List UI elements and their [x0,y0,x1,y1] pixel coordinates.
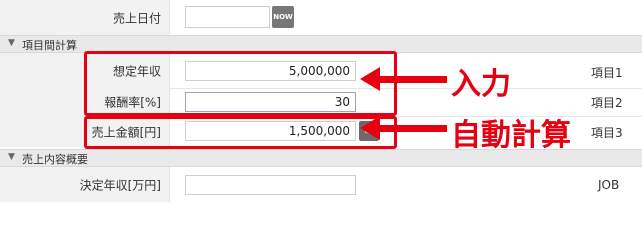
section-calc-title: 項目間計算 [22,39,77,52]
item2-label: 項目2 [591,96,623,110]
now-button[interactable]: NOW [272,6,294,28]
section-overview-title: 売上内容概要 [22,153,88,166]
auto-calc-highlight-box [84,116,397,149]
decided-income-label: 決定年収[万円] [79,178,161,192]
item1-label: 項目1 [591,66,623,80]
sales-date-label: 売上日付 [112,11,161,25]
sales-date-label-cell: 売上日付 [0,0,170,35]
collapse-caret-icon[interactable]: ▼ [8,38,15,48]
input-highlight-box [84,51,397,116]
item3-label: 項目3 [591,126,623,140]
job-label: JOB [598,178,620,192]
form-screen: 売上日付 NOW ▼ 項目間計算 想定年収 5,000,000 項目1 報酬率[… [0,0,642,202]
collapse-caret-icon[interactable]: ▼ [8,152,15,162]
decided-income-row: 決定年収[万円] JOB [0,167,642,202]
decided-income-input[interactable] [185,175,356,195]
input-annotation: 入力 [451,67,511,102]
auto-calc-annotation: 自動計算 [451,118,571,153]
sales-date-input[interactable] [185,6,270,28]
sales-date-row: 売上日付 NOW [0,0,642,35]
